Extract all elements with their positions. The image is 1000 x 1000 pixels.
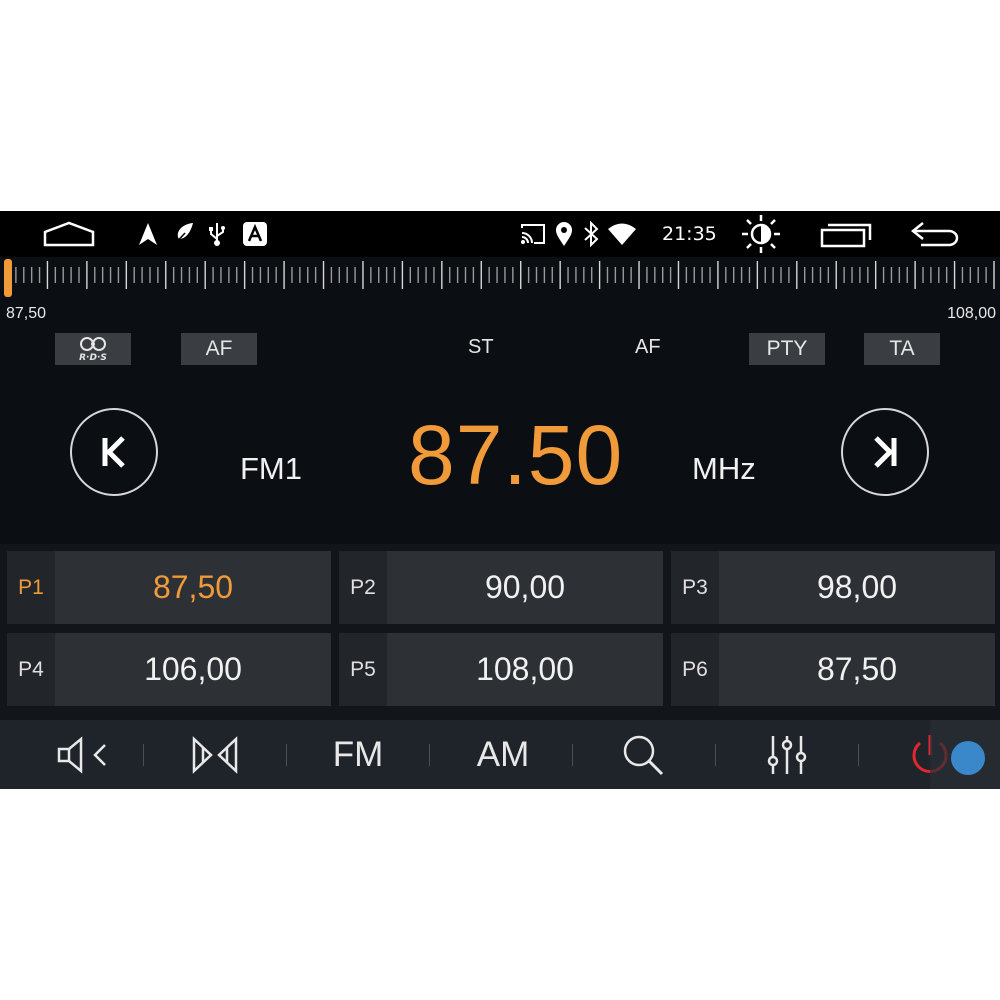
preset-p6[interactable]: P6 87,50 — [671, 633, 995, 706]
equalizer-icon — [767, 735, 807, 774]
band-label: FM1 — [240, 451, 302, 486]
home-outline-icon[interactable] — [42, 220, 96, 248]
current-frequency: 87.50 — [408, 408, 624, 502]
preset-p5[interactable]: P5 108,00 — [339, 633, 663, 706]
tuner-scale[interactable]: 87,50 108,00 — [0, 257, 1000, 337]
preset-frequency: 90,00 — [484, 569, 566, 605]
status-bar: 21:35 — [0, 211, 1000, 257]
af-indicator: AF — [635, 336, 661, 358]
preset-tag: P4 — [7, 633, 55, 706]
scale-min-label: 87,50 — [6, 305, 47, 322]
seek-next-icon — [874, 436, 897, 468]
preset-tag: P3 — [671, 551, 719, 624]
carplay-a-icon — [242, 221, 268, 247]
preset-frequency: 87,50 — [152, 569, 234, 605]
search-icon — [623, 735, 664, 775]
back-arrow-icon[interactable] — [909, 219, 961, 249]
navigation-arrow-icon — [137, 222, 159, 246]
preset-grid: P1 87,50 P2 90,00 P3 98,00 P4 106,00 P5 108,0… — [0, 544, 1000, 720]
preset-frequency: 98,00 — [816, 569, 898, 605]
fm-band-button[interactable]: FM — [310, 720, 406, 789]
wifi-icon — [607, 222, 637, 246]
seek-prev-button[interactable] — [70, 408, 158, 496]
tuner-cursor[interactable] — [4, 259, 12, 297]
cast-icon — [519, 222, 547, 246]
toolbar-separator — [715, 744, 716, 766]
usb-icon — [206, 221, 228, 247]
rds-button[interactable]: R·D·S — [55, 333, 131, 365]
rds-icon: R·D·S — [79, 337, 107, 362]
bluetooth-icon — [583, 221, 599, 247]
af-button[interactable]: AF — [181, 333, 257, 365]
stereo-indicator: ST — [468, 336, 494, 358]
recent-apps-icon[interactable] — [818, 220, 874, 250]
toolbar-separator — [429, 744, 430, 766]
toolbar-separator — [286, 744, 287, 766]
preset-frequency: 106,00 — [144, 651, 242, 687]
stereo-icon — [192, 735, 238, 774]
preset-p4[interactable]: P4 106,00 — [7, 633, 331, 706]
stereo-mono-button[interactable] — [170, 720, 260, 789]
equalizer-button[interactable] — [742, 720, 832, 789]
preset-p1[interactable]: P1 87,50 — [7, 551, 331, 624]
assistive-ball-icon — [930, 720, 1000, 789]
feather-icon — [171, 221, 195, 247]
radio-screen: 21:35 87,50 108,00 R·D·S AF ST AF PTY TA… — [0, 211, 1000, 789]
brightness-icon[interactable] — [738, 214, 784, 254]
seek-next-button[interactable] — [841, 408, 929, 496]
preset-p2[interactable]: P2 90,00 — [339, 551, 663, 624]
toolbar-separator — [858, 744, 859, 766]
seek-prev-icon — [102, 436, 125, 468]
am-band-button[interactable]: AM — [455, 720, 551, 789]
ta-button[interactable]: TA — [864, 333, 940, 365]
speaker-icon — [57, 735, 106, 774]
scale-max-label: 108,00 — [947, 305, 996, 322]
preset-tag: P6 — [671, 633, 719, 706]
pty-button[interactable]: PTY — [749, 333, 825, 365]
preset-tag: P1 — [7, 551, 55, 624]
preset-p3[interactable]: P3 98,00 — [671, 551, 995, 624]
assistive-touch-button[interactable] — [930, 720, 1000, 789]
preset-frequency: 87,50 — [816, 651, 898, 687]
frequency-unit: MHz — [692, 451, 756, 486]
preset-tag: P5 — [339, 633, 387, 706]
tuner-ticks[interactable] — [0, 257, 1000, 307]
rds-label: R·D·S — [79, 353, 107, 362]
toolbar-separator — [143, 744, 144, 766]
bottom-toolbar: FM AM — [0, 720, 1000, 789]
volume-button[interactable] — [40, 720, 130, 789]
search-button[interactable] — [598, 720, 688, 789]
toolbar-separator — [572, 744, 573, 766]
clock: 21:35 — [662, 223, 717, 245]
preset-tag: P2 — [339, 551, 387, 624]
location-pin-icon — [554, 221, 574, 247]
preset-frequency: 108,00 — [476, 651, 574, 687]
